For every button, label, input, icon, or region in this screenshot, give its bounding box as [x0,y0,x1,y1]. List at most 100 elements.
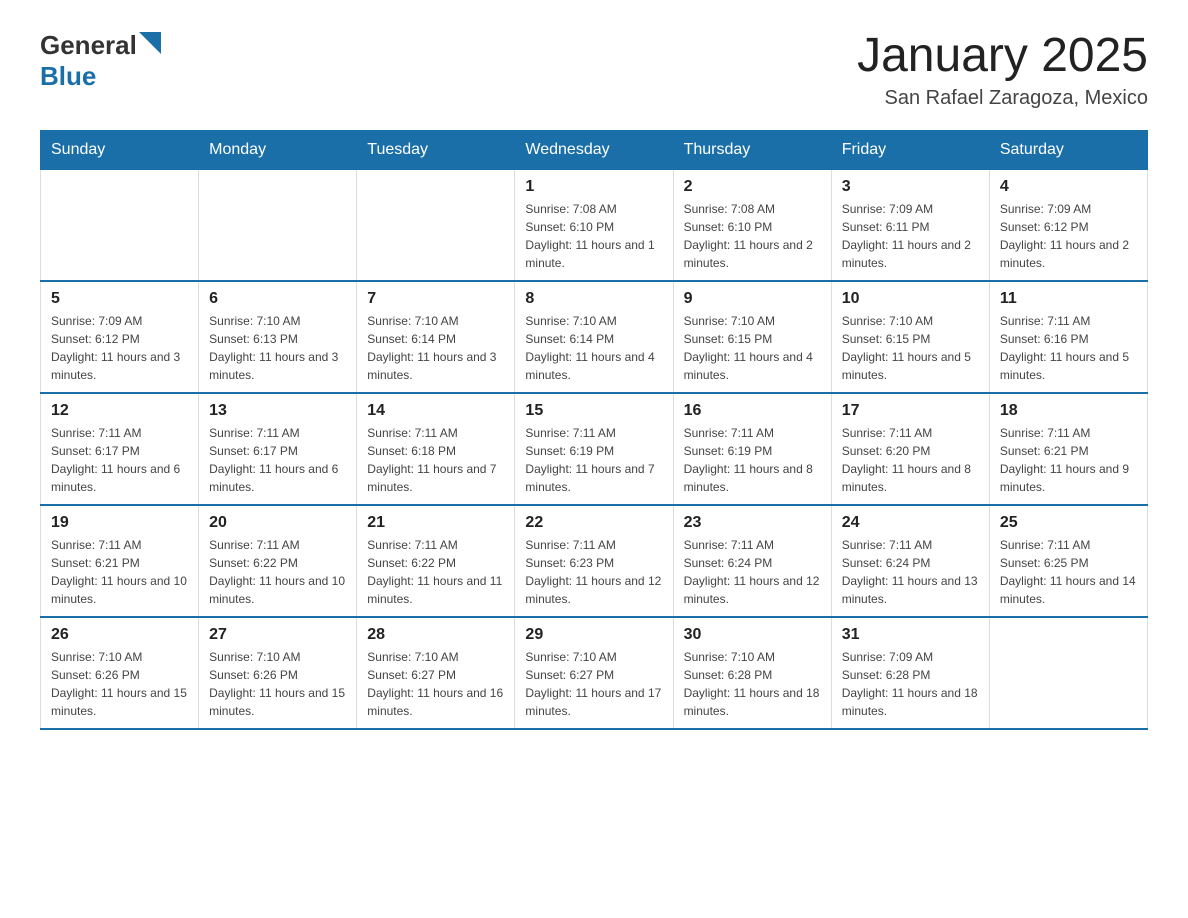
calendar-day-26: 26Sunrise: 7:10 AMSunset: 6:26 PMDayligh… [41,617,199,729]
day-number: 17 [842,402,979,420]
day-info: Sunrise: 7:11 AMSunset: 6:20 PMDaylight:… [842,424,979,496]
calendar-day-18: 18 Sunrise: 7:11 AMSunset: 6:21 PMDayligh… [989,393,1147,505]
calendar-week-row: 5 Sunrise: 7:09 AMSunset: 6:12 PMDaylight… [41,281,1148,393]
calendar-header-row: SundayMondayTuesdayWednesdayThursdayFrid… [41,130,1148,169]
calendar-day-23: 23 Sunrise: 7:11 AMSunset: 6:24 PMDayligh… [673,505,831,617]
calendar-day-31: 31 Sunrise: 7:09 AMSunset: 6:28 PMDayligh… [831,617,989,729]
page-header: General Blue January 2025 San Rafael Zar… [40,30,1148,110]
calendar-subtitle: San Rafael Zaragoza, Mexico [857,87,1148,110]
day-number: 31 [842,626,979,644]
calendar-day-19: 19Sunrise: 7:11 AMSunset: 6:21 PMDayligh… [41,505,199,617]
day-info: Sunrise: 7:11 AMSunset: 6:18 PMDaylight:… [367,424,504,496]
calendar-day-24: 24 Sunrise: 7:11 AMSunset: 6:24 PMDayligh… [831,505,989,617]
day-number: 13 [209,402,346,420]
calendar-day-8: 8Sunrise: 7:10 AMSunset: 6:14 PMDaylight… [515,281,673,393]
calendar-day-22: 22 Sunrise: 7:11 AMSunset: 6:23 PMDayligh… [515,505,673,617]
day-number: 11 [1000,290,1137,308]
calendar-week-row: 1 Sunrise: 7:08 AMSunset: 6:10 PMDaylight… [41,169,1148,281]
day-info: Sunrise: 7:10 AMSunset: 6:27 PMDaylight:… [525,648,662,720]
calendar-day-25: 25Sunrise: 7:11 AMSunset: 6:25 PMDayligh… [989,505,1147,617]
day-number: 2 [684,178,821,196]
calendar-day-14: 14Sunrise: 7:11 AMSunset: 6:18 PMDayligh… [357,393,515,505]
day-info: Sunrise: 7:11 AMSunset: 6:24 PMDaylight:… [684,536,821,608]
calendar-week-row: 19Sunrise: 7:11 AMSunset: 6:21 PMDayligh… [41,505,1148,617]
title-area: January 2025 San Rafael Zaragoza, Mexico [857,30,1148,110]
day-number: 26 [51,626,188,644]
calendar-week-row: 12 Sunrise: 7:11 AMSunset: 6:17 PMDayligh… [41,393,1148,505]
day-number: 20 [209,514,346,532]
day-number: 30 [684,626,821,644]
calendar-header-wednesday: Wednesday [515,130,673,169]
day-number: 3 [842,178,979,196]
day-number: 10 [842,290,979,308]
calendar-day-7: 7 Sunrise: 7:10 AMSunset: 6:14 PMDaylight… [357,281,515,393]
day-number: 24 [842,514,979,532]
calendar-day-15: 15 Sunrise: 7:11 AMSunset: 6:19 PMDayligh… [515,393,673,505]
logo: General Blue [40,30,161,92]
calendar-day-9: 9Sunrise: 7:10 AMSunset: 6:15 PMDaylight… [673,281,831,393]
day-number: 12 [51,402,188,420]
calendar-day-10: 10 Sunrise: 7:10 AMSunset: 6:15 PMDayligh… [831,281,989,393]
day-number: 18 [1000,402,1137,420]
day-info: Sunrise: 7:08 AMSunset: 6:10 PMDaylight:… [684,200,821,272]
calendar-day-4: 4Sunrise: 7:09 AMSunset: 6:12 PMDaylight… [989,169,1147,281]
day-info: Sunrise: 7:11 AMSunset: 6:19 PMDaylight:… [525,424,662,496]
calendar-header-sunday: Sunday [41,130,199,169]
day-info: Sunrise: 7:11 AMSunset: 6:22 PMDaylight:… [367,536,504,608]
logo-text-general: General [40,30,137,61]
logo-triangle-icon [139,32,161,54]
day-info: Sunrise: 7:10 AMSunset: 6:14 PMDaylight:… [367,312,504,384]
calendar-day-3: 3Sunrise: 7:09 AMSunset: 6:11 PMDaylight… [831,169,989,281]
calendar-day-29: 29 Sunrise: 7:10 AMSunset: 6:27 PMDayligh… [515,617,673,729]
day-number: 29 [525,626,662,644]
day-number: 5 [51,290,188,308]
day-info: Sunrise: 7:11 AMSunset: 6:24 PMDaylight:… [842,536,979,608]
day-number: 4 [1000,178,1137,196]
day-number: 7 [367,290,504,308]
day-number: 19 [51,514,188,532]
day-number: 16 [684,402,821,420]
day-info: Sunrise: 7:10 AMSunset: 6:15 PMDaylight:… [842,312,979,384]
calendar-empty-cell [357,169,515,281]
day-number: 22 [525,514,662,532]
day-number: 27 [209,626,346,644]
day-number: 28 [367,626,504,644]
day-info: Sunrise: 7:09 AMSunset: 6:28 PMDaylight:… [842,648,979,720]
calendar-day-5: 5 Sunrise: 7:09 AMSunset: 6:12 PMDaylight… [41,281,199,393]
calendar-day-20: 20 Sunrise: 7:11 AMSunset: 6:22 PMDayligh… [199,505,357,617]
day-info: Sunrise: 7:11 AMSunset: 6:22 PMDaylight:… [209,536,346,608]
calendar-day-17: 17 Sunrise: 7:11 AMSunset: 6:20 PMDayligh… [831,393,989,505]
day-number: 6 [209,290,346,308]
calendar-header-saturday: Saturday [989,130,1147,169]
calendar-day-28: 28Sunrise: 7:10 AMSunset: 6:27 PMDayligh… [357,617,515,729]
day-info: Sunrise: 7:10 AMSunset: 6:28 PMDaylight:… [684,648,821,720]
day-info: Sunrise: 7:10 AMSunset: 6:26 PMDaylight:… [209,648,346,720]
day-number: 23 [684,514,821,532]
calendar-header-monday: Monday [199,130,357,169]
calendar-day-11: 11 Sunrise: 7:11 AMSunset: 6:16 PMDayligh… [989,281,1147,393]
calendar-header-tuesday: Tuesday [357,130,515,169]
calendar-title: January 2025 [857,30,1148,83]
day-info: Sunrise: 7:10 AMSunset: 6:15 PMDaylight:… [684,312,821,384]
day-info: Sunrise: 7:10 AMSunset: 6:13 PMDaylight:… [209,312,346,384]
day-info: Sunrise: 7:11 AMSunset: 6:23 PMDaylight:… [525,536,662,608]
day-info: Sunrise: 7:10 AMSunset: 6:14 PMDaylight:… [525,312,662,384]
day-info: Sunrise: 7:08 AMSunset: 6:10 PMDaylight:… [525,200,662,272]
day-number: 15 [525,402,662,420]
calendar-day-12: 12 Sunrise: 7:11 AMSunset: 6:17 PMDayligh… [41,393,199,505]
calendar-header-thursday: Thursday [673,130,831,169]
day-number: 25 [1000,514,1137,532]
day-info: Sunrise: 7:11 AMSunset: 6:17 PMDaylight:… [51,424,188,496]
logo-text-blue: Blue [40,61,96,91]
day-info: Sunrise: 7:11 AMSunset: 6:16 PMDaylight:… [1000,312,1137,384]
day-info: Sunrise: 7:11 AMSunset: 6:21 PMDaylight:… [1000,424,1137,496]
calendar-day-16: 16Sunrise: 7:11 AMSunset: 6:19 PMDayligh… [673,393,831,505]
calendar-empty-cell [989,617,1147,729]
calendar-week-row: 26 Sunrise: 7:10 AMSunset: 6:26 PMDayligh… [41,617,1148,729]
day-number: 1 [525,178,662,196]
calendar-header-friday: Friday [831,130,989,169]
calendar-day-27: 27 Sunrise: 7:10 AMSunset: 6:26 PMDayligh… [199,617,357,729]
calendar-empty-cell [199,169,357,281]
calendar-day-21: 21Sunrise: 7:11 AMSunset: 6:22 PMDayligh… [357,505,515,617]
day-info: Sunrise: 7:09 AMSunset: 6:12 PMDaylight:… [51,312,188,384]
